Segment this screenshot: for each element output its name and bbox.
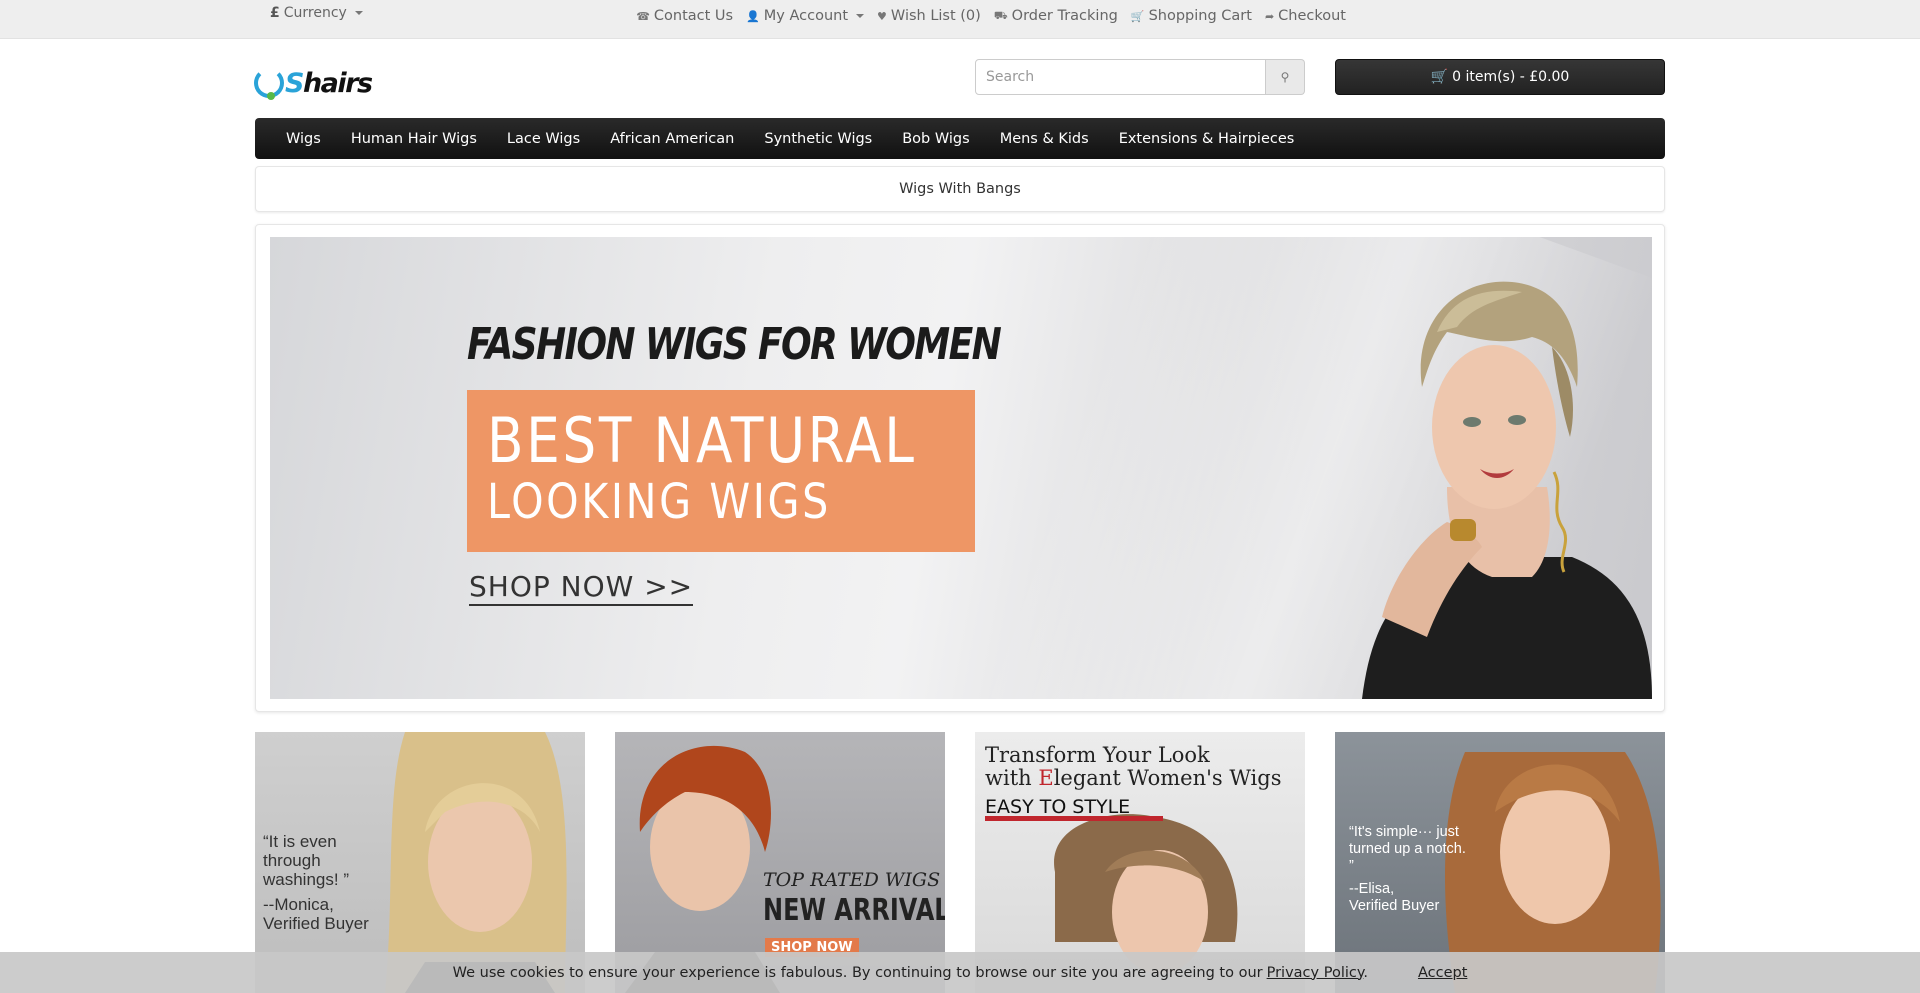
- cookie-period: .: [1363, 964, 1368, 981]
- my-account-label: My Account: [763, 8, 849, 24]
- top-links: ☎ Contact Us 👤 My Account ♥ Wish List (0…: [636, 8, 1346, 24]
- hero-line-1: BEST NATURAL: [487, 404, 917, 477]
- tile-line-1: Transform Your Look: [985, 743, 1210, 767]
- checkout-label: Checkout: [1278, 8, 1346, 24]
- order-tracking-link[interactable]: ⛟ Order Tracking: [994, 8, 1118, 24]
- menu-item-synthetic-wigs[interactable]: Synthetic Wigs: [764, 131, 872, 147]
- hero-line-2: LOOKING WIGS: [487, 474, 831, 530]
- menu-item-extensions-hairpieces[interactable]: Extensions & Hairpieces: [1119, 131, 1295, 147]
- quote-verified: Verified Buyer: [1349, 898, 1440, 914]
- cart-summary: 0 item(s) - £0.00: [1452, 69, 1570, 85]
- shopping-cart-label: Shopping Cart: [1148, 8, 1252, 24]
- tile-line-2-e: E: [1038, 766, 1054, 790]
- cart-icon: 🛒: [1130, 9, 1145, 23]
- tile-underline-bar: [985, 816, 1163, 821]
- quote-verified: Verified Buyer: [263, 914, 369, 933]
- quote-text: “It is even through washings! ”: [263, 832, 349, 889]
- quote-author: --Monica,: [263, 895, 334, 914]
- my-account-link[interactable]: 👤 My Account: [746, 8, 865, 24]
- menu-item-human-hair-wigs[interactable]: Human Hair Wigs: [351, 131, 477, 147]
- site-logo[interactable]: U Shairs: [254, 66, 373, 100]
- hero-orange-panel: BEST NATURAL LOOKING WIGS: [467, 390, 975, 552]
- subcategory-bar: Wigs With Bangs: [255, 166, 1665, 212]
- currency-label: Currency: [283, 5, 347, 21]
- contact-us-link[interactable]: ☎ Contact Us: [636, 8, 733, 24]
- search-bar: ⚲: [975, 59, 1305, 95]
- logo-u-mark: U: [254, 68, 284, 100]
- menu-item-lace-wigs[interactable]: Lace Wigs: [507, 131, 580, 147]
- top-bar: £ Currency ☎ Contact Us 👤 My Account ♥ W…: [0, 0, 1920, 39]
- search-button[interactable]: ⚲: [1266, 59, 1305, 95]
- currency-dropdown[interactable]: £ Currency: [270, 5, 363, 21]
- shopping-cart-link[interactable]: 🛒 Shopping Cart: [1131, 8, 1252, 24]
- cookie-banner: We use cookies to ensure your experience…: [0, 952, 1920, 993]
- logo-wordmark: Shairs: [285, 67, 373, 99]
- hero-banner[interactable]: FASHION WIGS FOR WOMEN BEST NATURAL LOOK…: [270, 237, 1652, 699]
- order-tracking-label: Order Tracking: [1011, 8, 1118, 24]
- currency-symbol: £: [270, 5, 280, 21]
- tile-tag: TOP RATED WIGS: [763, 869, 941, 891]
- chevron-down-icon: [856, 14, 865, 18]
- cart-button[interactable]: 🛒 0 item(s) - £0.00: [1335, 59, 1665, 95]
- menu-item-african-american[interactable]: African American: [610, 131, 734, 147]
- search-icon: ⚲: [1280, 70, 1290, 84]
- main-menu: Wigs Human Hair Wigs Lace Wigs African A…: [255, 118, 1665, 159]
- tile-subheadline: EASY TO STYLE: [985, 796, 1131, 818]
- wish-list-label: Wish List (0): [890, 8, 981, 24]
- cookie-text: We use cookies to ensure your experience…: [452, 964, 1263, 981]
- logo-s: S: [285, 67, 304, 99]
- menu-item-bob-wigs[interactable]: Bob Wigs: [902, 131, 969, 147]
- logo-rest: hairs: [302, 67, 373, 99]
- chevron-down-icon: [354, 11, 363, 15]
- hero-banner-frame: FASHION WIGS FOR WOMEN BEST NATURAL LOOK…: [255, 224, 1665, 712]
- tile-headline: NEW ARRIVAL: [763, 893, 945, 928]
- contact-us-label: Contact Us: [653, 8, 734, 24]
- tile-line-2-pre: with: [985, 766, 1039, 790]
- search-input[interactable]: [975, 59, 1266, 95]
- checkout-link[interactable]: ➦ Checkout: [1265, 8, 1346, 24]
- menu-item-wigs[interactable]: Wigs: [286, 131, 321, 147]
- hero-title: FASHION WIGS FOR WOMEN: [467, 319, 1002, 370]
- tile-quote: “It is even through washings! ” --Monica…: [263, 832, 393, 933]
- cookie-policy-wrap: Privacy Policy.: [1267, 965, 1368, 981]
- user-icon: 👤: [746, 9, 760, 23]
- hero-shop-now-link[interactable]: SHOP NOW >>: [469, 570, 694, 606]
- heart-icon: ♥: [877, 9, 887, 23]
- tile-line-2-post: legant Women's Wigs: [1053, 766, 1282, 790]
- privacy-policy-link[interactable]: Privacy Policy: [1267, 965, 1364, 981]
- subcategory-wigs-with-bangs[interactable]: Wigs With Bangs: [899, 181, 1021, 197]
- menu-item-mens-kids[interactable]: Mens & Kids: [1000, 131, 1089, 147]
- cookie-accept-button[interactable]: Accept: [1418, 965, 1467, 981]
- cart-icon: 🛒: [1430, 69, 1449, 85]
- phone-icon: ☎: [636, 9, 650, 23]
- truck-icon: ⛟: [993, 8, 1008, 22]
- wish-list-link[interactable]: ♥ Wish List (0): [877, 8, 981, 24]
- quote-text: “It's simple··· just turned up a notch. …: [1349, 824, 1466, 874]
- tile-headline: Transform Your Look with Elegant Women's…: [985, 744, 1281, 790]
- quote-author: --Elisa,: [1349, 881, 1395, 897]
- share-icon: ➦: [1264, 9, 1275, 23]
- hero-model-image: [1362, 281, 1652, 699]
- tile-quote: “It's simple··· just turned up a notch. …: [1349, 824, 1469, 915]
